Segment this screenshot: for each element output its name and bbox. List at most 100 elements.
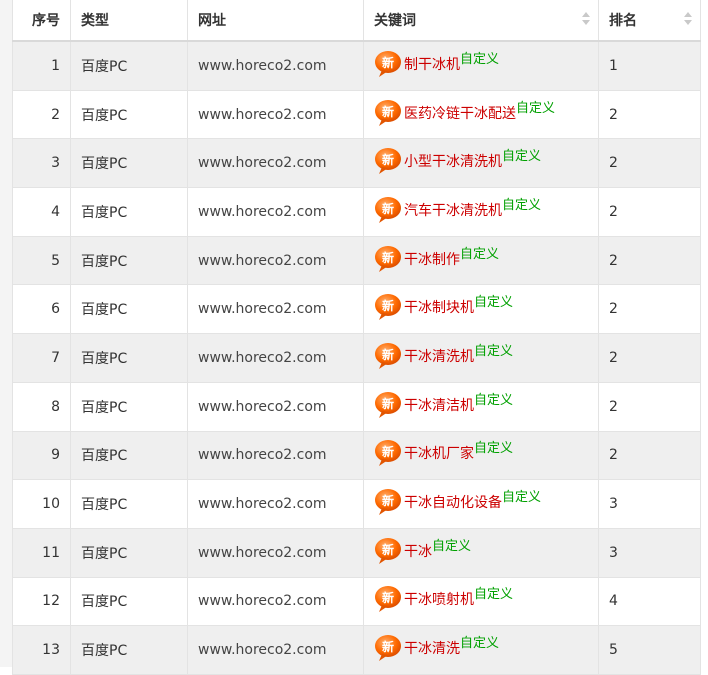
cell-seq: 10: [12, 479, 71, 529]
custom-tag: 自定义: [502, 197, 542, 213]
custom-tag: 自定义: [474, 587, 514, 603]
cell-url: www.horeco2.com: [187, 625, 364, 675]
cell-type: 百度PC: [70, 528, 188, 578]
sort-arrows-icon[interactable]: [582, 12, 590, 28]
cell-rank: 2: [598, 187, 701, 237]
cell-seq: 12: [12, 577, 71, 627]
new-badge-label: 新: [381, 396, 394, 411]
custom-tag: 自定义: [516, 100, 556, 116]
cell-url: www.horeco2.com: [187, 333, 364, 383]
cell-rank: 2: [598, 90, 701, 140]
cell-rank: 4: [598, 577, 701, 627]
keyword-text: 干冰: [404, 543, 432, 560]
new-badge-icon: 新: [373, 341, 403, 371]
column-header-keyword-label: 关键词: [374, 13, 416, 29]
table-row: 13 百度PC www.horeco2.com 新干冰清洗 自定义 5: [12, 625, 701, 675]
cell-type: 百度PC: [70, 333, 188, 383]
table-row: 12 百度PC www.horeco2.com 新干冰喷射机 自定义 4: [12, 577, 701, 627]
table-row: 10 百度PC www.horeco2.com 新干冰自动化设备 自定义 3: [12, 479, 701, 529]
cell-keyword: 新干冰清洗 自定义: [363, 625, 599, 675]
keyword-text: 干冰喷射机: [404, 592, 474, 609]
new-badge-icon: 新: [373, 146, 403, 176]
new-badge-icon: 新: [373, 98, 403, 128]
cell-keyword: 新小型干冰清洗机 自定义: [363, 138, 599, 189]
new-badge-icon: 新: [373, 536, 403, 566]
cell-seq: 5: [12, 236, 71, 286]
custom-tag: 自定义: [460, 246, 500, 262]
new-badge-label: 新: [381, 250, 394, 265]
cell-keyword: 新干冰制作 自定义: [363, 236, 599, 286]
column-header-type: 类型: [70, 0, 188, 42]
cell-rank: 2: [598, 333, 701, 383]
cell-rank: 3: [598, 479, 701, 529]
cell-type: 百度PC: [70, 625, 188, 675]
cell-type: 百度PC: [70, 479, 188, 529]
cell-rank: 2: [598, 382, 701, 432]
cell-seq: 6: [12, 284, 71, 335]
table-row: 11 百度PC www.horeco2.com 新干冰 自定义 3: [12, 528, 701, 578]
cell-seq: 4: [12, 187, 71, 237]
cell-seq: 3: [12, 138, 71, 189]
cell-rank: 5: [598, 625, 701, 675]
new-badge-icon: 新: [373, 195, 403, 225]
custom-tag: 自定义: [502, 490, 542, 506]
cell-type: 百度PC: [70, 90, 188, 140]
table-row: 4 百度PC www.horeco2.com 新汽车干冰清洗机 自定义 2: [12, 187, 701, 237]
keyword-text: 汽车干冰清洗机: [404, 202, 502, 219]
new-badge-label: 新: [381, 347, 394, 362]
custom-tag: 自定义: [460, 51, 500, 67]
custom-tag: 自定义: [474, 343, 514, 359]
cell-url: www.horeco2.com: [187, 431, 364, 481]
new-badge-label: 新: [381, 591, 394, 606]
new-badge-label: 新: [381, 201, 394, 216]
sort-arrows-icon[interactable]: [684, 12, 692, 28]
cell-rank: 2: [598, 236, 701, 286]
cell-url: www.horeco2.com: [187, 90, 364, 140]
new-badge-icon: 新: [373, 292, 403, 322]
keyword-text: 干冰清洗: [404, 641, 460, 658]
new-badge-label: 新: [381, 542, 394, 557]
cell-rank: 2: [598, 431, 701, 481]
table-row: 8 百度PC www.horeco2.com 新干冰清洁机 自定义 2: [12, 382, 701, 432]
column-header-keyword[interactable]: 关键词: [363, 0, 599, 42]
cell-keyword: 新干冰清洗机 自定义: [363, 333, 599, 383]
cell-seq: 2: [12, 90, 71, 140]
cell-seq: 1: [12, 41, 71, 91]
cell-seq: 9: [12, 431, 71, 481]
new-badge-icon: 新: [373, 633, 403, 663]
cell-seq: 8: [12, 382, 71, 432]
cell-type: 百度PC: [70, 138, 188, 189]
left-edge-strip: [0, 0, 12, 667]
keyword-text: 干冰清洁机: [404, 397, 474, 414]
cell-type: 百度PC: [70, 284, 188, 335]
new-badge-icon: 新: [373, 244, 403, 274]
custom-tag: 自定义: [474, 441, 514, 457]
cell-type: 百度PC: [70, 41, 188, 91]
new-badge-icon: 新: [373, 438, 403, 468]
column-header-rank-label: 排名: [609, 13, 637, 29]
column-header-rank[interactable]: 排名: [598, 0, 701, 42]
new-badge-label: 新: [381, 494, 394, 509]
cell-keyword: 新干冰自动化设备 自定义: [363, 479, 599, 529]
cell-url: www.horeco2.com: [187, 479, 364, 529]
cell-url: www.horeco2.com: [187, 382, 364, 432]
table-row: 7 百度PC www.horeco2.com 新干冰清洗机 自定义 2: [12, 333, 701, 383]
cell-url: www.horeco2.com: [187, 577, 364, 627]
cell-keyword: 新医药冷链干冰配送 自定义: [363, 90, 599, 140]
cell-keyword: 新干冰 自定义: [363, 528, 599, 578]
table-row: 5 百度PC www.horeco2.com 新干冰制作 自定义 2: [12, 236, 701, 286]
new-badge-label: 新: [381, 104, 394, 119]
keyword-text: 干冰制作: [404, 251, 460, 268]
cell-rank: 1: [598, 41, 701, 91]
cell-url: www.horeco2.com: [187, 284, 364, 335]
new-badge-icon: 新: [373, 390, 403, 420]
cell-rank: 2: [598, 284, 701, 335]
keyword-text: 制干冰机: [404, 56, 460, 73]
cell-url: www.horeco2.com: [187, 41, 364, 91]
cell-type: 百度PC: [70, 382, 188, 432]
custom-tag: 自定义: [432, 538, 472, 554]
new-badge-icon: 新: [373, 49, 403, 79]
column-header-seq: 序号: [12, 0, 71, 42]
table-row: 2 百度PC www.horeco2.com 新医药冷链干冰配送 自定义 2: [12, 90, 701, 140]
new-badge-label: 新: [381, 153, 394, 168]
